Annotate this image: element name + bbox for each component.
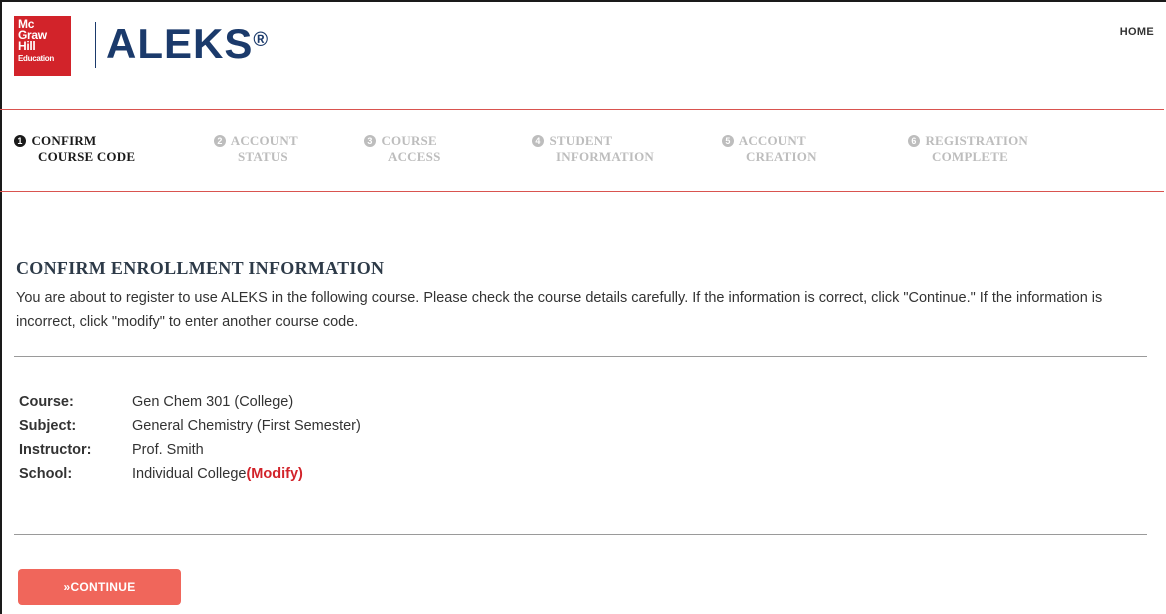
step-label-line2: COURSE CODE (38, 149, 136, 164)
step-label-line2: STATUS (238, 149, 288, 164)
continue-button[interactable]: »CONTINUE (18, 569, 181, 605)
detail-value: Gen Chem 301 (College) (132, 394, 294, 410)
step-account-creation: 5 ACCOUNT CREATION (722, 133, 817, 165)
intro-text: You are about to register to use ALEKS i… (16, 290, 1103, 330)
step-number-icon: 4 (532, 135, 544, 147)
detail-value: Prof. Smith (132, 442, 204, 458)
content-divider (14, 356, 1147, 357)
step-confirm-course-code: 1 CONFIRM COURSE CODE (14, 133, 135, 165)
detail-label: Course: (19, 394, 74, 410)
registered-mark: ® (253, 29, 269, 51)
registration-steps: 1 CONFIRM COURSE CODE 2 ACCOUNT STATUS 3… (0, 110, 1164, 190)
step-number-icon: 6 (908, 135, 920, 147)
step-number-icon: 3 (364, 135, 376, 147)
step-account-status: 2 ACCOUNT STATUS (214, 133, 298, 165)
detail-value-school: Individual College(Modify) (132, 462, 303, 486)
home-link[interactable]: HOME (1120, 26, 1154, 38)
step-label-line1: COURSE (381, 133, 437, 148)
modify-link[interactable]: (Modify) (246, 466, 302, 482)
step-number-icon: 5 (722, 135, 734, 147)
step-label-line1: CONFIRM (31, 133, 97, 148)
step-label-line2: ACCESS (388, 149, 441, 164)
header: Mc Graw Hill Education ALEKS® HOME (0, 0, 1164, 108)
detail-label: Instructor: (19, 442, 92, 458)
mcgraw-hill-logo: Mc Graw Hill Education (14, 16, 71, 76)
step-label-line1: REGISTRATION (925, 133, 1029, 148)
step-label-line1: ACCOUNT (230, 133, 298, 148)
detail-label: Subject: (19, 418, 77, 434)
aleks-logo: ALEKS® (106, 18, 268, 70)
content-divider-bottom (14, 534, 1147, 535)
page-title: CONFIRM ENROLLMENT INFORMATION (16, 258, 385, 278)
detail-label: School: (19, 466, 73, 482)
step-course-access: 3 COURSE ACCESS (364, 133, 441, 165)
step-number-icon: 2 (214, 135, 226, 147)
steps-divider (0, 191, 1164, 192)
step-label-line2: COMPLETE (932, 149, 1008, 164)
step-number-icon: 1 (14, 135, 26, 147)
brand-name: ALEKS (106, 20, 254, 67)
school-name: Individual College (132, 466, 247, 482)
step-label-line2: CREATION (746, 149, 817, 164)
step-student-information: 4 STUDENT INFORMATION (532, 133, 654, 165)
logo-divider (95, 22, 96, 68)
step-label-line2: INFORMATION (556, 149, 655, 164)
step-label-line1: STUDENT (549, 133, 613, 148)
logo-line: Hill (18, 39, 36, 53)
logo-line: Education (18, 54, 54, 63)
step-label-line1: ACCOUNT (738, 133, 806, 148)
detail-value: General Chemistry (First Semester) (132, 418, 361, 434)
step-registration-complete: 6 REGISTRATION COMPLETE (908, 133, 1028, 165)
